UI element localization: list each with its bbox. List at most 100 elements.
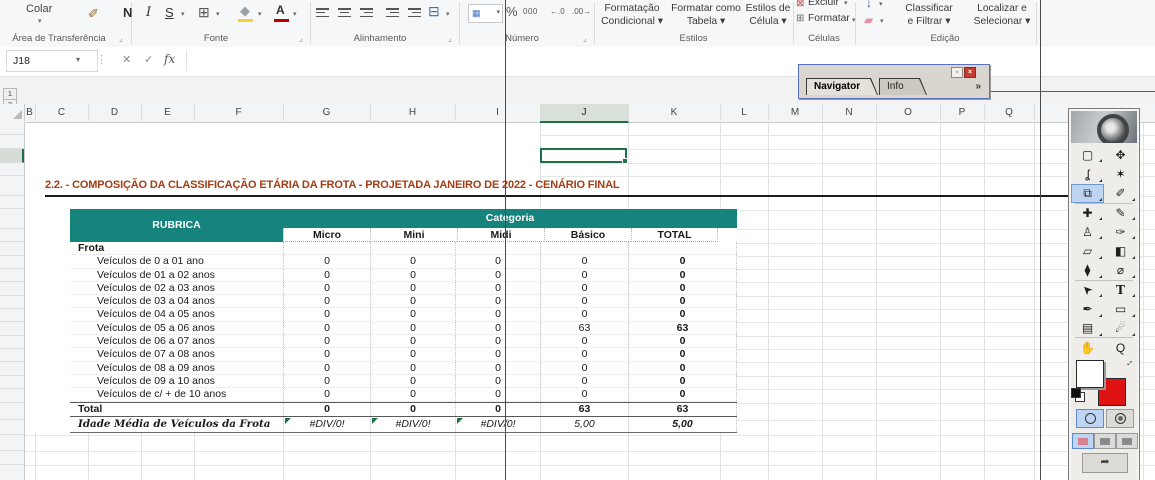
- selected-cell-j18[interactable]: [540, 148, 627, 163]
- table-row[interactable]: Frota: [70, 242, 737, 255]
- column-header-d[interactable]: D: [88, 104, 142, 121]
- fullscreen-mode-button[interactable]: [1116, 433, 1138, 449]
- clone-stamp-tool[interactable]: ♙: [1071, 222, 1104, 241]
- merge-center-icon[interactable]: ⊟: [428, 3, 440, 20]
- column-header-j-selected[interactable]: J: [540, 104, 629, 123]
- column-header-q[interactable]: Q: [984, 104, 1035, 121]
- table-row[interactable]: Veículos de 06 a 07 anos 0 0 0 0 0: [70, 335, 737, 348]
- delete-cells-button[interactable]: Excluir: [808, 0, 839, 8]
- total-mini[interactable]: 0: [370, 403, 455, 417]
- cell-total[interactable]: 0: [628, 388, 737, 400]
- row-header[interactable]: [0, 389, 24, 403]
- font-color-caret[interactable]: ▾: [293, 10, 297, 18]
- table-subheader-cell[interactable]: Básico: [544, 228, 631, 242]
- row-header[interactable]: [0, 149, 24, 163]
- cell-micro[interactable]: 0: [283, 295, 370, 307]
- clear-eraser-icon[interactable]: ▰: [864, 13, 873, 27]
- cell-micro[interactable]: 0: [283, 388, 370, 400]
- cell-mini[interactable]: 0: [370, 282, 455, 294]
- table-row[interactable]: Veículos de 04 a 05 anos 0 0 0 0 0: [70, 308, 737, 321]
- notes-tool[interactable]: ▤: [1071, 319, 1104, 338]
- row-header[interactable]: [0, 256, 24, 269]
- cell-micro[interactable]: 0: [283, 322, 370, 334]
- cell-total[interactable]: [628, 242, 737, 254]
- cell-basico[interactable]: 0: [540, 295, 628, 307]
- cell-micro[interactable]: 0: [283, 255, 370, 267]
- cell-total[interactable]: 0: [628, 269, 737, 281]
- standard-mode-button[interactable]: [1076, 409, 1104, 428]
- gradient-tool[interactable]: ◧: [1104, 241, 1137, 260]
- column-header-k[interactable]: K: [628, 104, 721, 121]
- cell-midi[interactable]: 0: [455, 255, 540, 267]
- default-colors-icon[interactable]: [1071, 388, 1085, 402]
- column-header-n[interactable]: N: [822, 104, 877, 121]
- cell-basico[interactable]: 0: [540, 375, 628, 387]
- table-row[interactable]: Veículos de 05 a 06 anos 0 0 0 63 63: [70, 322, 737, 335]
- clipboard-dialog-launcher[interactable]: ⌟: [119, 34, 123, 43]
- row-header[interactable]: [0, 376, 24, 389]
- cell-midi[interactable]: 0: [455, 362, 540, 374]
- column-header-p[interactable]: P: [940, 104, 985, 121]
- find-select-button[interactable]: Localizar e Selecionar ▾: [966, 2, 1038, 28]
- cell-total[interactable]: 0: [628, 308, 737, 320]
- average-mini-error[interactable]: #DIV/0!: [370, 417, 455, 433]
- paste-button[interactable]: Colar: [26, 3, 52, 15]
- cell-midi[interactable]: 0: [455, 282, 540, 294]
- table-header-categoria[interactable]: Categoria: [283, 209, 737, 228]
- sort-filter-button[interactable]: Classificar e Filtrar ▾: [892, 2, 966, 28]
- cell-midi[interactable]: 0: [455, 308, 540, 320]
- cell-total[interactable]: 0: [628, 335, 737, 347]
- zoom-tool[interactable]: Q: [1104, 338, 1137, 357]
- cell-basico[interactable]: 0: [540, 255, 628, 267]
- row-header[interactable]: [0, 242, 24, 255]
- cell-mini[interactable]: [370, 242, 455, 254]
- table-row[interactable]: Veículos de 07 a 08 anos 0 0 0 0 0: [70, 348, 737, 361]
- cell-mini[interactable]: 0: [370, 255, 455, 267]
- table-subheader-cell[interactable]: Mini: [370, 228, 457, 242]
- row-header[interactable]: [0, 282, 24, 295]
- pen-tool[interactable]: ✒: [1071, 299, 1104, 318]
- cell-total[interactable]: 0: [628, 362, 737, 374]
- italic-button[interactable]: I: [146, 5, 151, 20]
- total-midi[interactable]: 0: [455, 403, 540, 417]
- percent-style-button[interactable]: %: [506, 4, 518, 19]
- align-left-icon[interactable]: [316, 8, 329, 17]
- crop-tool[interactable]: ⧉: [1071, 184, 1104, 203]
- select-all-corner[interactable]: [0, 104, 25, 121]
- row-header[interactable]: [0, 229, 24, 243]
- font-color-icon[interactable]: A: [276, 3, 285, 17]
- cell-mini[interactable]: 0: [370, 308, 455, 320]
- row-header[interactable]: [0, 122, 24, 135]
- row-header[interactable]: [0, 209, 24, 229]
- total-total[interactable]: 63: [628, 403, 737, 417]
- cell-micro[interactable]: 0: [283, 362, 370, 374]
- cell-micro[interactable]: 0: [283, 308, 370, 320]
- table-row[interactable]: Veículos de 0 a 01 ano 0 0 0 0 0: [70, 255, 737, 268]
- table-row[interactable]: Veículos de 03 a 04 anos 0 0 0 0 0: [70, 295, 737, 308]
- cell-total[interactable]: 0: [628, 375, 737, 387]
- row-header[interactable]: [0, 362, 24, 375]
- total-basico[interactable]: 63: [540, 403, 628, 417]
- underline-button[interactable]: S: [165, 5, 174, 20]
- row-header[interactable]: [0, 349, 24, 362]
- formula-input[interactable]: [187, 50, 1147, 71]
- table-subheader-cell[interactable]: TOTAL: [631, 228, 718, 242]
- table-subheader-cell[interactable]: Midi: [457, 228, 544, 242]
- cell-basico[interactable]: 63: [540, 322, 628, 334]
- column-header-h[interactable]: H: [370, 104, 456, 121]
- cell-styles-button[interactable]: Estilos de Célula ▾: [740, 2, 796, 28]
- cell-midi[interactable]: 0: [455, 388, 540, 400]
- row-header[interactable]: [0, 435, 24, 451]
- cell-basico[interactable]: 0: [540, 388, 628, 400]
- fill-color-icon[interactable]: ◆: [240, 3, 250, 19]
- dodge-tool[interactable]: ⌀: [1104, 261, 1137, 280]
- cell-mini[interactable]: 0: [370, 322, 455, 334]
- palette-chevron-icon[interactable]: »: [975, 81, 981, 92]
- cell-basico[interactable]: 0: [540, 269, 628, 281]
- palette-minimize-button[interactable]: ▫: [951, 67, 963, 78]
- cell-micro[interactable]: 0: [283, 348, 370, 360]
- number-dialog-launcher[interactable]: ⌟: [583, 34, 587, 43]
- cell-micro[interactable]: [283, 242, 370, 254]
- column-header-e[interactable]: E: [141, 104, 195, 121]
- column-header-f[interactable]: F: [194, 104, 284, 121]
